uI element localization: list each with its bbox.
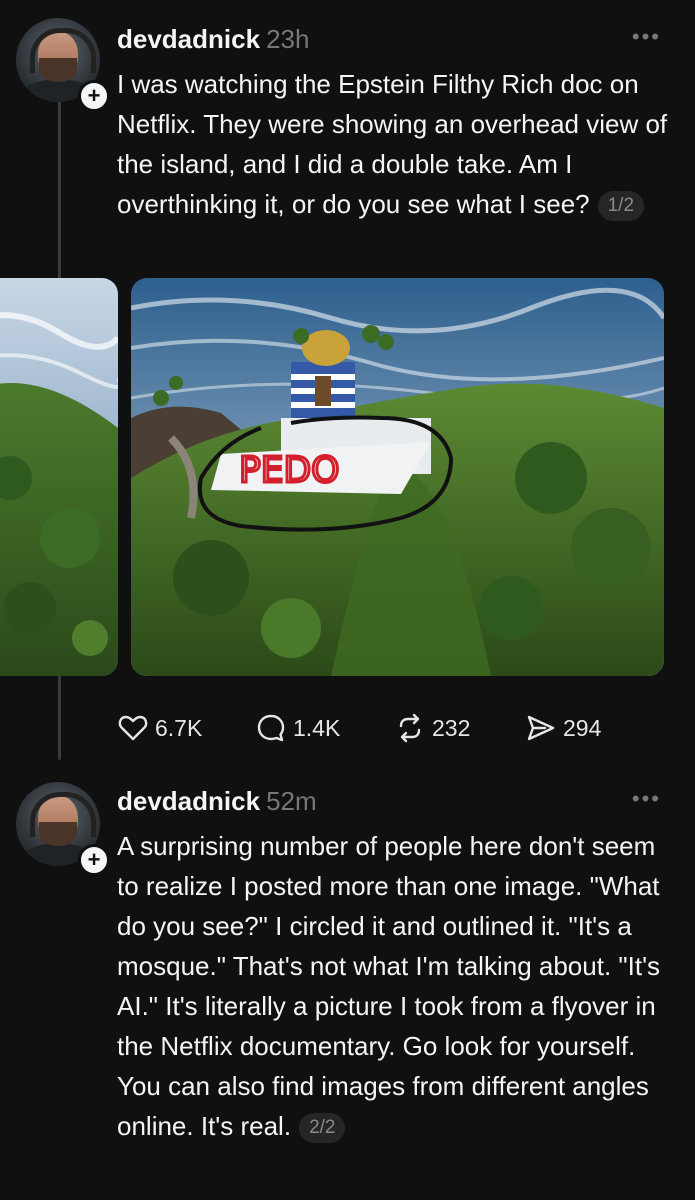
like-button[interactable]: 6.7K [117,708,202,748]
image-counter: 1/2 [597,191,645,221]
post-time: 52m [266,786,317,816]
reply-count: 1.4K [293,714,341,741]
post-image[interactable]: PEDO [131,278,664,676]
post-body: A surprising number of people here don't… [117,831,661,1141]
post-text: A surprising number of people here don't… [117,826,677,1146]
post-text: I was watching the Epstein Filthy Rich d… [117,64,677,224]
post-time: 23h [266,24,310,54]
image-red-text: PEDO [239,450,340,491]
more-icon[interactable]: ••• [632,24,661,50]
carousel-image-previous[interactable] [0,278,118,676]
share-count: 294 [563,714,602,741]
share-button[interactable]: 294 [525,708,601,748]
post-body: I was watching the Epstein Filthy Rich d… [117,69,668,219]
repost-count: 232 [432,714,471,741]
username-text[interactable]: devdadnick [117,786,260,816]
reply-button[interactable]: 1.4K [255,708,340,748]
reply-icon [257,714,285,742]
avatar-wrap: + [16,782,110,876]
avatar-wrap: + [16,18,110,112]
post-username[interactable]: devdadnick 23h [117,24,309,55]
image-counter: 2/2 [299,1113,346,1143]
username-text[interactable]: devdadnick [117,24,260,54]
post-username[interactable]: devdadnick 52m [117,786,317,817]
repost-button[interactable]: 232 [394,708,470,748]
share-icon [527,715,555,741]
like-count: 6.7K [155,714,203,741]
repost-icon [399,713,421,743]
follow-plus-icon[interactable]: + [78,844,110,876]
heart-icon [118,715,148,741]
more-icon[interactable]: ••• [632,786,661,812]
follow-plus-icon[interactable]: + [78,80,110,112]
